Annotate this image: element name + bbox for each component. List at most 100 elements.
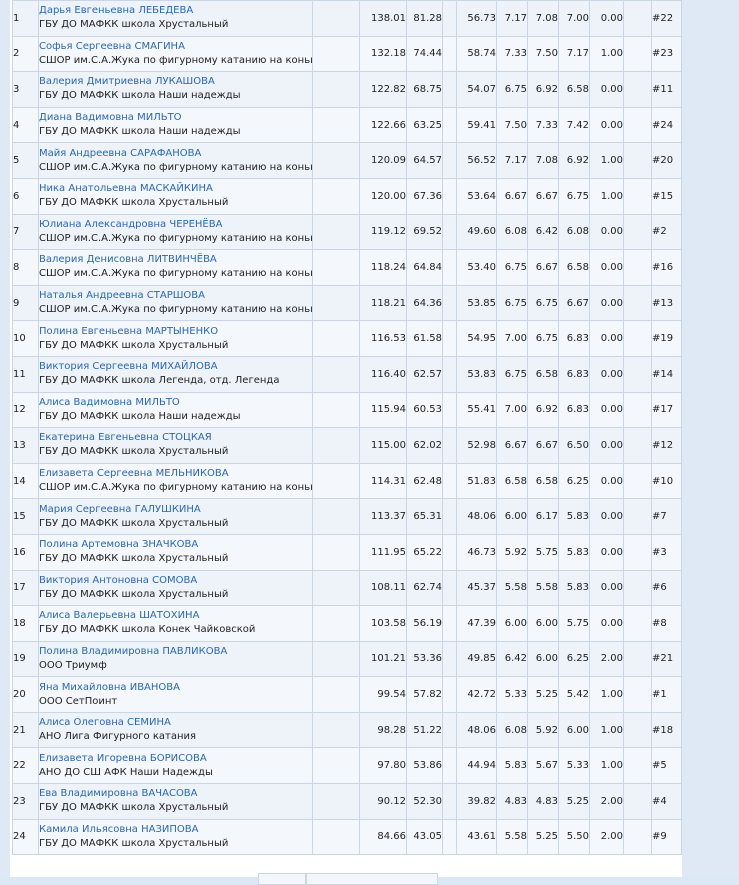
club-name: ООО Триумф: [39, 659, 107, 671]
empty-cell: [623, 427, 652, 464]
empty-cell: [442, 818, 457, 856]
table-row: 17 Виктория Антоновна СОМОВА ГБУ ДО МАФКК …: [12, 569, 682, 607]
component-3-cell: 6.92: [558, 142, 590, 179]
component-1-cell: 4.83: [496, 783, 528, 820]
skater-name-link[interactable]: Виктория Сергеевна МИХАЙЛОВА: [40, 360, 312, 374]
skater-name-link[interactable]: Валерия Дмитриевна ЛУКАШОВА: [40, 75, 312, 89]
component-1-cell: 6.00: [496, 605, 528, 642]
component-score-cell: 45.37: [456, 569, 497, 607]
empty-cell: [442, 747, 457, 785]
skater-name-link[interactable]: Диана Вадимовна МИЛЬТО: [40, 111, 312, 125]
empty-cell: [312, 711, 360, 749]
empty-cell: [442, 569, 457, 607]
component-score-cell: 58.74: [456, 35, 497, 73]
table-row: 4 Диана Вадимовна МИЛЬТО ГБУ ДО МАФКК школ…: [12, 106, 682, 144]
element-score-cell: 60.53: [406, 391, 443, 429]
component-2-cell: 6.75: [527, 284, 559, 322]
start-number-cell: #14: [651, 355, 682, 393]
deduction-cell: 1.00: [589, 142, 624, 179]
start-number-cell: #18: [651, 711, 682, 749]
component-2-cell: 4.83: [527, 783, 559, 820]
component-1-cell: 5.58: [496, 818, 528, 856]
start-number-cell: #17: [651, 391, 682, 429]
place-cell: 11: [12, 355, 39, 393]
skater-name-link[interactable]: Юлиана Александровна ЧЕРЕНЁВА: [40, 218, 312, 232]
empty-cell: [312, 747, 360, 785]
skater-cell: Валерия Дмитриевна ЛУКАШОВА ГБУ ДО МАФКК …: [38, 71, 313, 108]
component-3-cell: 5.33: [558, 747, 590, 785]
start-number-cell: #1: [651, 676, 682, 713]
component-1-cell: 6.67: [496, 427, 528, 464]
table-row: 23 Ева Владимировна ВАЧАСОВА ГБУ ДО МАФКК …: [12, 783, 682, 820]
place-cell: 23: [12, 783, 39, 820]
total-score-cell: 99.54: [359, 676, 407, 713]
place-cell: 1: [12, 0, 39, 37]
place-cell: 6: [12, 177, 39, 215]
skater-cell: Наталья Андреевна СТАРШОВА СШОР им.С.А.Жу…: [38, 284, 313, 322]
skater-name-link[interactable]: Алиса Вадимовна МИЛЬТО: [40, 396, 312, 410]
component-2-cell: 6.92: [527, 391, 559, 429]
skater-name-link[interactable]: Алиса Олеговна СЕМИНА: [40, 716, 312, 730]
total-score-cell: 101.21: [359, 640, 407, 678]
skater-name-link[interactable]: Екатерина Евгеньевна СТОЦКАЯ: [40, 431, 312, 445]
skater-name-link[interactable]: Валерия Денисовна ЛИТВИНЧЁВА: [40, 253, 312, 267]
skater-name-link[interactable]: Ника Анатольевна МАСКАЙКИНА: [40, 182, 312, 196]
start-number-cell: #22: [651, 0, 682, 37]
empty-cell: [442, 676, 457, 713]
component-2-cell: 5.58: [527, 569, 559, 607]
start-number-cell: #16: [651, 249, 682, 286]
results-table-body: 1 Дарья Евгеньевна ЛЕБЕДЕВА ГБУ ДО МАФКК ш…: [12, 0, 682, 856]
club-name: ГБУ ДО МАФКК школа Хрустальный: [39, 446, 229, 458]
club-name: СШОР им.С.А.Жука по фигурному катанию на…: [39, 304, 313, 316]
deduction-cell: 0.00: [589, 284, 624, 322]
component-score-cell: 51.83: [456, 462, 497, 500]
component-2-cell: 7.33: [527, 106, 559, 144]
skater-cell: Юлиана Александровна ЧЕРЕНЁВА СШОР им.С.А…: [38, 213, 313, 251]
skater-name-link[interactable]: Камила Ильясовна НАЗИПОВА: [40, 823, 312, 837]
deduction-cell: 0.00: [589, 569, 624, 607]
skater-name-link[interactable]: Алиса Валерьевна ШАТОХИНА: [40, 609, 312, 623]
skater-name-link[interactable]: Полина Артемовна ЗНАЧКОВА: [40, 538, 312, 552]
skater-name-link[interactable]: Полина Владимировна ПАВЛИКОВА: [40, 645, 312, 659]
empty-cell: [312, 533, 360, 571]
skater-name-link[interactable]: Софья Сергеевна СМАГИНА: [40, 40, 312, 54]
component-3-cell: 6.83: [558, 355, 590, 393]
skater-name-link[interactable]: Ева Владимировна ВАЧАСОВА: [40, 787, 312, 801]
deduction-cell: 0.00: [589, 462, 624, 500]
deduction-cell: 0.00: [589, 320, 624, 357]
component-2-cell: 6.75: [527, 320, 559, 357]
skater-name-link[interactable]: Полина Евгеньевна МАРТЫНЕНКО: [40, 325, 312, 339]
empty-cell: [312, 569, 360, 607]
skater-name-link[interactable]: Елизавета Игоревна БОРИСОВА: [40, 752, 312, 766]
pager-button-next[interactable]: [306, 873, 438, 885]
skater-name-link[interactable]: Елизавета Сергеевна МЕЛЬНИКОВА: [40, 467, 312, 481]
skater-name-link[interactable]: Майя Андреевна САРАФАНОВА: [40, 147, 312, 161]
skater-name-link[interactable]: Дарья Евгеньевна ЛЕБЕДЕВА: [40, 4, 312, 18]
skater-name-link[interactable]: Яна Михайловна ИВАНОВА: [40, 681, 312, 695]
component-3-cell: 5.50: [558, 818, 590, 856]
component-3-cell: 5.25: [558, 783, 590, 820]
component-score-cell: 49.60: [456, 213, 497, 251]
empty-cell: [312, 249, 360, 286]
empty-cell: [442, 284, 457, 322]
component-1-cell: 7.00: [496, 320, 528, 357]
table-row: 22 Елизавета Игоревна БОРИСОВА АНО ДО СШ А…: [12, 747, 682, 785]
component-score-cell: 54.07: [456, 71, 497, 108]
component-2-cell: 6.67: [527, 249, 559, 286]
total-score-cell: 84.66: [359, 818, 407, 856]
skater-name-link[interactable]: Наталья Андреевна СТАРШОВА: [40, 289, 312, 303]
component-1-cell: 6.75: [496, 284, 528, 322]
skater-cell: Виктория Антоновна СОМОВА ГБУ ДО МАФКК шк…: [38, 569, 313, 607]
start-number-cell: #9: [651, 818, 682, 856]
table-row: 14 Елизавета Сергеевна МЕЛЬНИКОВА СШОР им.…: [12, 462, 682, 500]
skater-name-link[interactable]: Виктория Антоновна СОМОВА: [40, 574, 312, 588]
empty-cell: [623, 177, 652, 215]
skater-cell: Мария Сергеевна ГАЛУШКИНА ГБУ ДО МАФКК шк…: [38, 498, 313, 535]
element-score-cell: 61.58: [406, 320, 443, 357]
club-name: ГБУ ДО МАФКК школа Наши надежды: [39, 410, 241, 422]
pager-button-prev[interactable]: [258, 873, 306, 885]
component-2-cell: 7.08: [527, 0, 559, 37]
club-name: АНО ДО СШ АФК Наши Надежды: [39, 766, 213, 778]
component-3-cell: 7.00: [558, 0, 590, 37]
skater-name-link[interactable]: Мария Сергеевна ГАЛУШКИНА: [40, 503, 312, 517]
